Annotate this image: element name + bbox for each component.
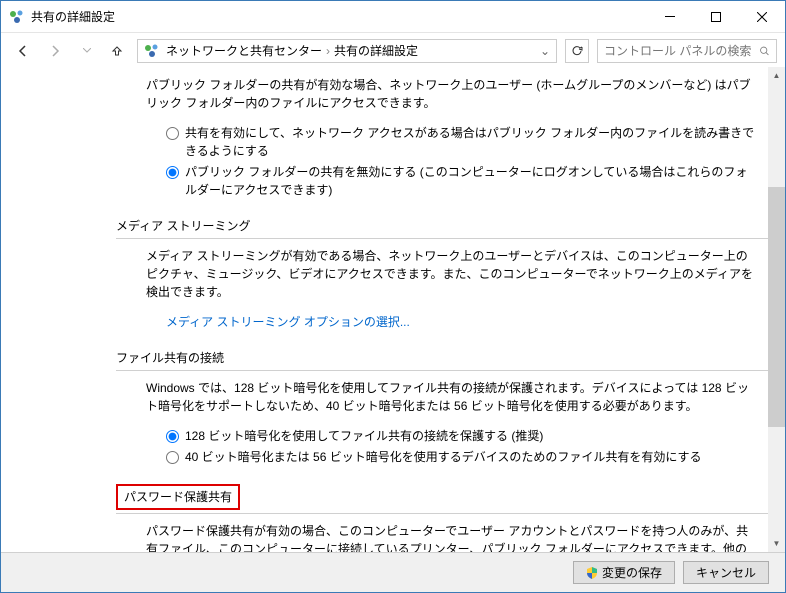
app-icon xyxy=(9,9,25,25)
fileshare-radios: 128 ビット暗号化を使用してファイル共有の接続を保護する (推奨) 40 ビッ… xyxy=(116,427,757,466)
shield-icon xyxy=(586,567,598,579)
forward-button[interactable] xyxy=(41,37,69,65)
minimize-button[interactable] xyxy=(647,2,693,32)
media-desc: メディア ストリーミングが有効である場合、ネットワーク上のユーザーとデバイスは、… xyxy=(116,247,757,301)
password-desc: パスワード保護共有が有効の場合、このコンピューターでユーザー アカウントとパスワ… xyxy=(116,522,757,552)
recent-dropdown[interactable] xyxy=(73,37,101,65)
chevron-right-icon: › xyxy=(326,44,330,58)
public-folder-radios: 共有を有効にして、ネットワーク アクセスがある場合はパブリック フォルダー内のフ… xyxy=(116,124,757,199)
footer: 変更の保存 キャンセル xyxy=(1,552,785,592)
refresh-button[interactable] xyxy=(565,39,589,63)
radio-label: 40 ビット暗号化または 56 ビット暗号化を使用するデバイスのためのファイル共… xyxy=(185,448,757,466)
radio-label: パブリック フォルダーの共有を無効にする (このコンピューターにログオンしている… xyxy=(185,163,757,199)
fileshare-40bit[interactable]: 40 ビット暗号化または 56 ビット暗号化を使用するデバイスのためのファイル共… xyxy=(166,448,757,466)
fileshare-desc: Windows では、128 ビット暗号化を使用してファイル共有の接続が保護され… xyxy=(116,379,757,415)
maximize-button[interactable] xyxy=(693,2,739,32)
radio-input[interactable] xyxy=(166,166,179,179)
breadcrumb-icon xyxy=(144,43,160,59)
media-header: メディア ストリーミング xyxy=(116,217,757,237)
cancel-button[interactable]: キャンセル xyxy=(683,561,769,584)
search-icon[interactable] xyxy=(759,44,770,58)
up-button[interactable] xyxy=(105,39,129,63)
scrollbar-down[interactable]: ▼ xyxy=(768,535,785,552)
close-button[interactable] xyxy=(739,2,785,32)
radio-label: 128 ビット暗号化を使用してファイル共有の接続を保護する (推奨) xyxy=(185,427,757,445)
search-box[interactable] xyxy=(597,39,777,63)
breadcrumb[interactable]: ネットワークと共有センター › 共有の詳細設定 ⌄ xyxy=(137,39,557,63)
radio-input[interactable] xyxy=(166,451,179,464)
password-header: パスワード保護共有 xyxy=(116,484,757,512)
nav-bar: ネットワークと共有センター › 共有の詳細設定 ⌄ xyxy=(1,32,785,68)
scrollbar[interactable]: ▲ ▼ xyxy=(768,67,785,552)
fileshare-128bit[interactable]: 128 ビット暗号化を使用してファイル共有の接続を保護する (推奨) xyxy=(166,427,757,445)
scrollbar-thumb[interactable] xyxy=(768,187,785,427)
public-folder-disable[interactable]: パブリック フォルダーの共有を無効にする (このコンピューターにログオンしている… xyxy=(166,163,757,199)
search-input[interactable] xyxy=(604,44,759,58)
save-button[interactable]: 変更の保存 xyxy=(573,561,675,584)
breadcrumb-part1[interactable]: ネットワークと共有センター xyxy=(166,42,322,59)
window-title: 共有の詳細設定 xyxy=(31,8,647,25)
radio-label: 共有を有効にして、ネットワーク アクセスがある場合はパブリック フォルダー内のフ… xyxy=(185,124,757,160)
public-folder-desc: パブリック フォルダーの共有が有効な場合、ネットワーク上のユーザー (ホームグル… xyxy=(116,76,757,112)
radio-input[interactable] xyxy=(166,127,179,140)
breadcrumb-part2[interactable]: 共有の詳細設定 xyxy=(334,42,418,59)
fileshare-header: ファイル共有の接続 xyxy=(116,349,757,369)
content-area: パブリック フォルダーの共有が有効な場合、ネットワーク上のユーザー (ホームグル… xyxy=(1,68,785,552)
title-bar: 共有の詳細設定 xyxy=(1,1,785,32)
radio-input[interactable] xyxy=(166,430,179,443)
back-button[interactable] xyxy=(9,37,37,65)
public-folder-enable[interactable]: 共有を有効にして、ネットワーク アクセスがある場合はパブリック フォルダー内のフ… xyxy=(166,124,757,160)
media-options-link[interactable]: メディア ストリーミング オプションの選択... xyxy=(116,313,757,331)
chevron-down-icon[interactable]: ⌄ xyxy=(540,44,550,58)
scrollbar-up[interactable]: ▲ xyxy=(768,67,785,84)
